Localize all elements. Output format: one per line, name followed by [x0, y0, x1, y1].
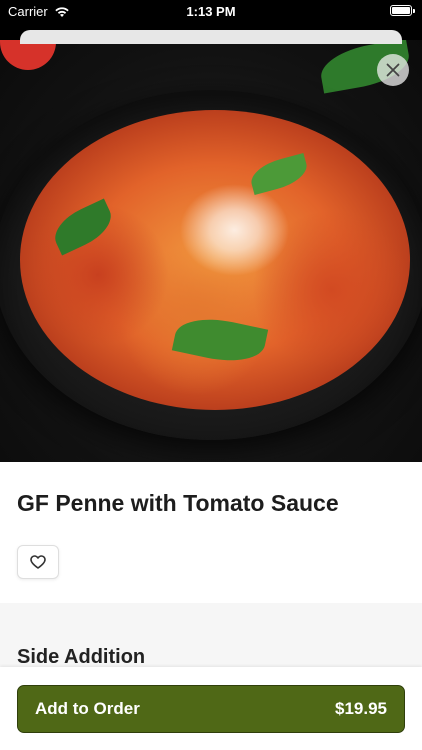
status-bar: Carrier 1:13 PM: [0, 0, 422, 24]
item-title: GF Penne with Tomato Sauce: [17, 490, 339, 516]
close-button[interactable]: [377, 54, 409, 86]
item-photo: [0, 40, 422, 462]
order-price: $19.95: [335, 699, 387, 718]
bottom-bar: Add to Order $19.95: [0, 667, 422, 750]
tomato-decoration: [0, 40, 56, 70]
pasta-image: [20, 110, 410, 410]
status-time: 1:13 PM: [186, 4, 236, 19]
battery-tip: [413, 9, 415, 13]
section-heading: Side Addition: [17, 646, 146, 668]
add-to-order-label: Add to Order: [35, 699, 140, 718]
battery-icon: [390, 5, 412, 16]
favorite-button[interactable]: [17, 545, 59, 579]
heart-outline-icon: [30, 555, 46, 569]
close-icon: [386, 63, 400, 77]
sheet-backdrop: [20, 30, 402, 44]
add-to-order-button[interactable]: Add to Order $19.95: [17, 685, 405, 733]
